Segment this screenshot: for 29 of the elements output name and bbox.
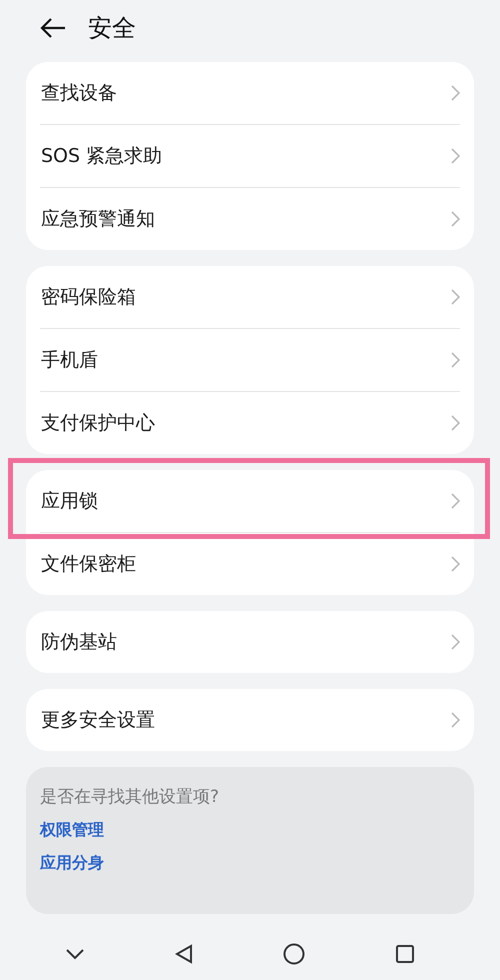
page-title: 安全	[88, 13, 136, 44]
chevron-right-icon	[451, 712, 460, 728]
recents-icon[interactable]	[395, 944, 415, 964]
settings-item[interactable]: 密码保险箱	[41, 284, 136, 310]
chevron-right-icon	[451, 415, 460, 431]
chevron-right-icon	[451, 556, 460, 572]
settings-item[interactable]: 应用锁	[41, 488, 98, 514]
settings-item[interactable]: 查找设备	[41, 80, 117, 106]
chevron-right-icon	[451, 148, 460, 164]
chevron-right-icon	[451, 289, 460, 305]
back-icon[interactable]	[175, 944, 193, 964]
home-icon[interactable]	[283, 943, 305, 965]
settings-item[interactable]: SOS 紧急求助	[41, 143, 162, 169]
settings-item[interactable]: 应急预警通知	[41, 206, 155, 232]
suggestion-link[interactable]: 应用分身	[40, 853, 104, 874]
suggestion-title: 是否在寻找其他设置项?	[40, 786, 220, 808]
collapse-icon[interactable]	[65, 948, 85, 960]
suggestion-link[interactable]: 权限管理	[40, 820, 104, 841]
settings-item[interactable]: 防伪基站	[41, 629, 117, 655]
settings-item[interactable]: 更多安全设置	[41, 707, 155, 733]
settings-item[interactable]: 支付保护中心	[41, 410, 155, 436]
back-icon[interactable]	[40, 18, 66, 38]
settings-item[interactable]: 手机盾	[41, 347, 98, 373]
chevron-right-icon	[451, 211, 460, 227]
chevron-right-icon	[451, 634, 460, 650]
settings-item[interactable]: 文件保密柜	[41, 551, 136, 577]
chevron-right-icon	[451, 493, 460, 509]
chevron-right-icon	[451, 352, 460, 368]
chevron-right-icon	[451, 85, 460, 101]
